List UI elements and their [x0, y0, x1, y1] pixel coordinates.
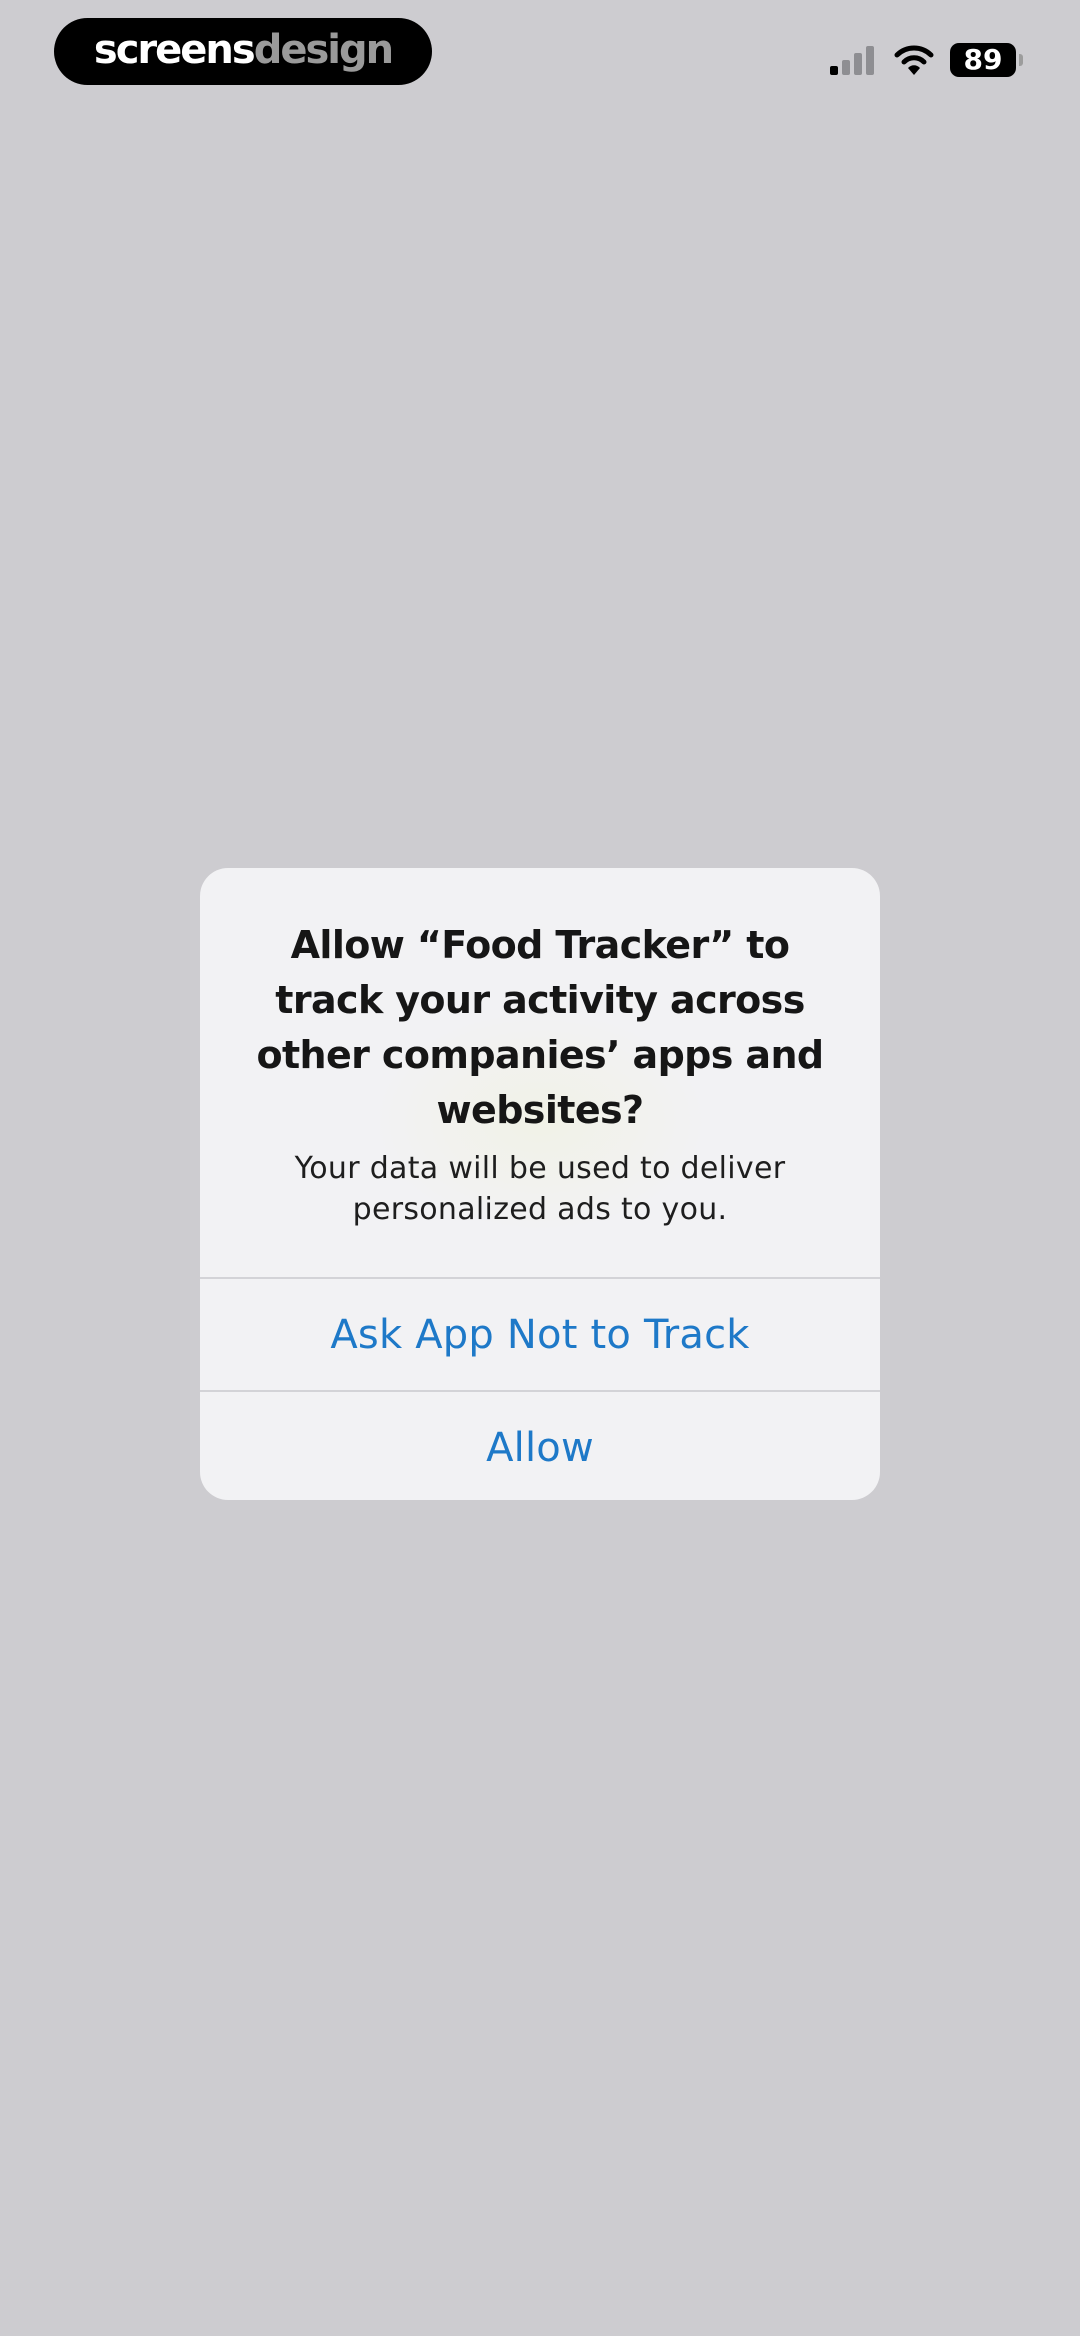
alert-message: Your data will be used to deliver person…: [294, 1151, 786, 1227]
ask-app-not-to-track-button[interactable]: Ask App Not to Track: [200, 1277, 880, 1390]
brand-logo: screensdesign: [54, 18, 432, 85]
battery-level: 89: [963, 43, 1003, 76]
status-bar-indicators: 89: [828, 42, 1023, 78]
brand-logo-text: screensdesign: [93, 26, 394, 73]
tracking-permission-alert: Allow “Food Tracker” to track your activ…: [200, 868, 880, 1500]
alert-title: Allow “Food Tracker” to track your activ…: [256, 923, 824, 1132]
signal-icon: [830, 46, 874, 75]
allow-button[interactable]: Allow: [200, 1390, 880, 1500]
battery-cap: [1019, 54, 1023, 66]
brand-logo-part1: screens: [93, 26, 256, 73]
battery-icon: 89: [950, 43, 1023, 77]
brand-logo-part2: design: [253, 26, 394, 73]
alert-body: Allow “Food Tracker” to track your activ…: [200, 868, 880, 1277]
wifi-icon: [894, 45, 934, 75]
